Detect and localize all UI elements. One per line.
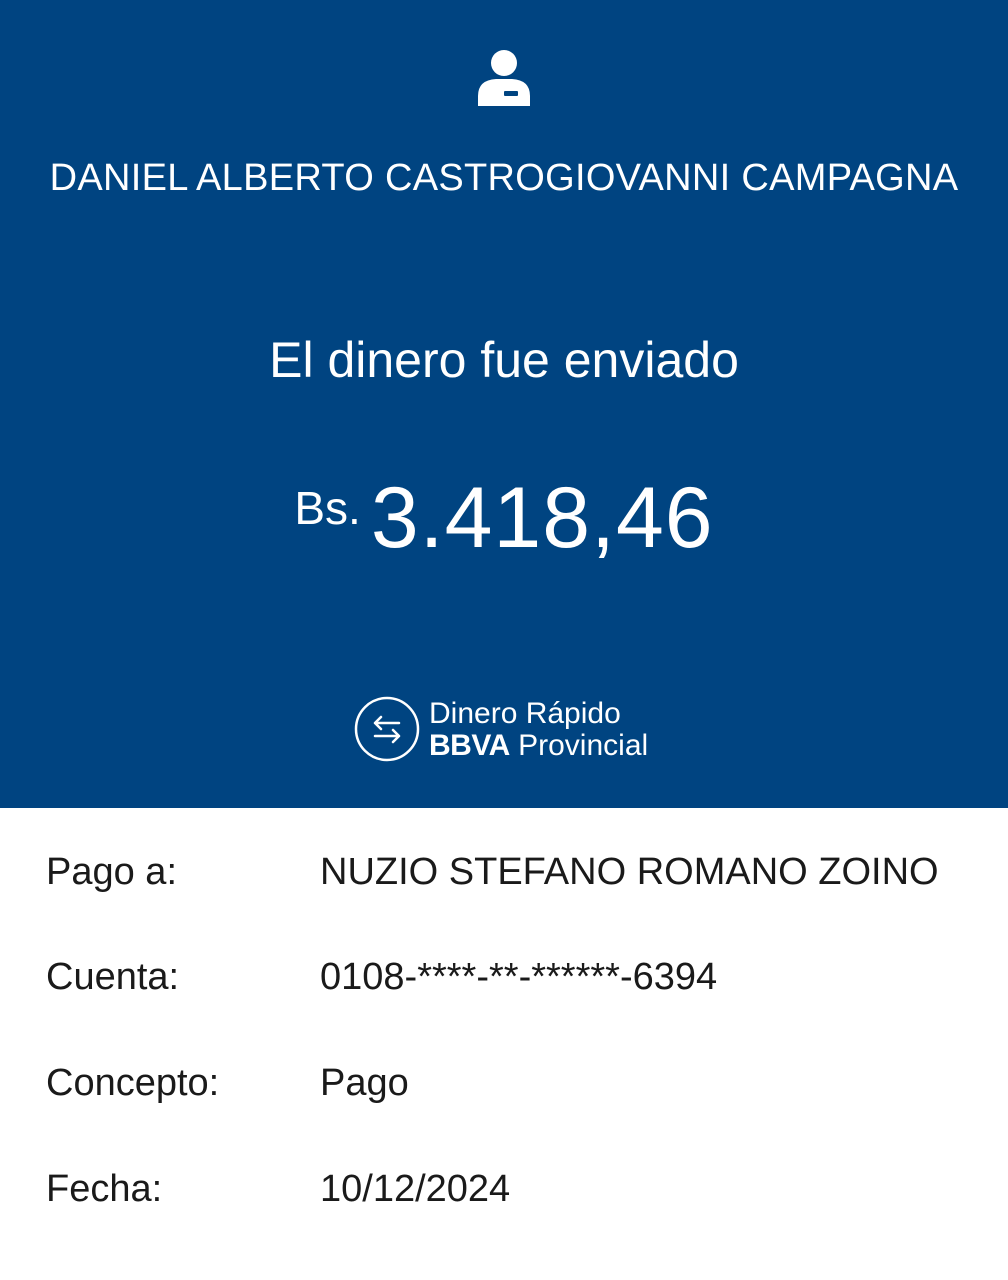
payee-label: Pago a: (46, 851, 177, 893)
sender-name: DANIEL ALBERTO CASTROGIOVANNI CAMPAGNA (49, 157, 959, 199)
amount-value: 3.418,46 (370, 470, 714, 566)
date-label: Fecha: (46, 1168, 163, 1210)
concept-label: Concepto: (46, 1062, 220, 1104)
receipt-header: DANIEL ALBERTO CASTROGIOVANNI CAMPAGNA E… (0, 0, 1008, 808)
transfer-details: Pago a: NUZIO STEFANO ROMANO ZOINO Cuent… (0, 808, 1008, 1280)
brand-bbva: BBVA (429, 729, 510, 762)
detail-row-concept: Concepto: Pago (0, 1053, 1008, 1113)
concept-value: Pago (320, 1062, 409, 1104)
date-value: 10/12/2024 (320, 1168, 511, 1210)
detail-row-payee: Pago a: NUZIO STEFANO ROMANO ZOINO (0, 842, 1008, 902)
status-title: El dinero fue enviado (269, 332, 739, 388)
payee-value: NUZIO STEFANO ROMANO ZOINO (320, 851, 939, 893)
brand-bank-name: BBVA Provincial (429, 728, 648, 764)
amount-display: Bs. 3.418,46 (0, 470, 1008, 570)
brand-provincial: Provincial (518, 729, 649, 762)
detail-row-account: Cuenta: 0108-****-**-******-6394 (0, 947, 1008, 1007)
account-value: 0108-****-**-******-6394 (320, 956, 718, 998)
detail-row-date: Fecha: 10/12/2024 (0, 1159, 1008, 1219)
account-label: Cuenta: (46, 956, 180, 998)
transfer-arrows-icon (354, 696, 420, 762)
brand-product-name: Dinero Rápido (429, 697, 621, 730)
currency-symbol: Bs. (294, 482, 361, 534)
user-icon (476, 48, 532, 108)
brand-logo: Dinero Rápido BBVA Provincial (354, 694, 664, 770)
